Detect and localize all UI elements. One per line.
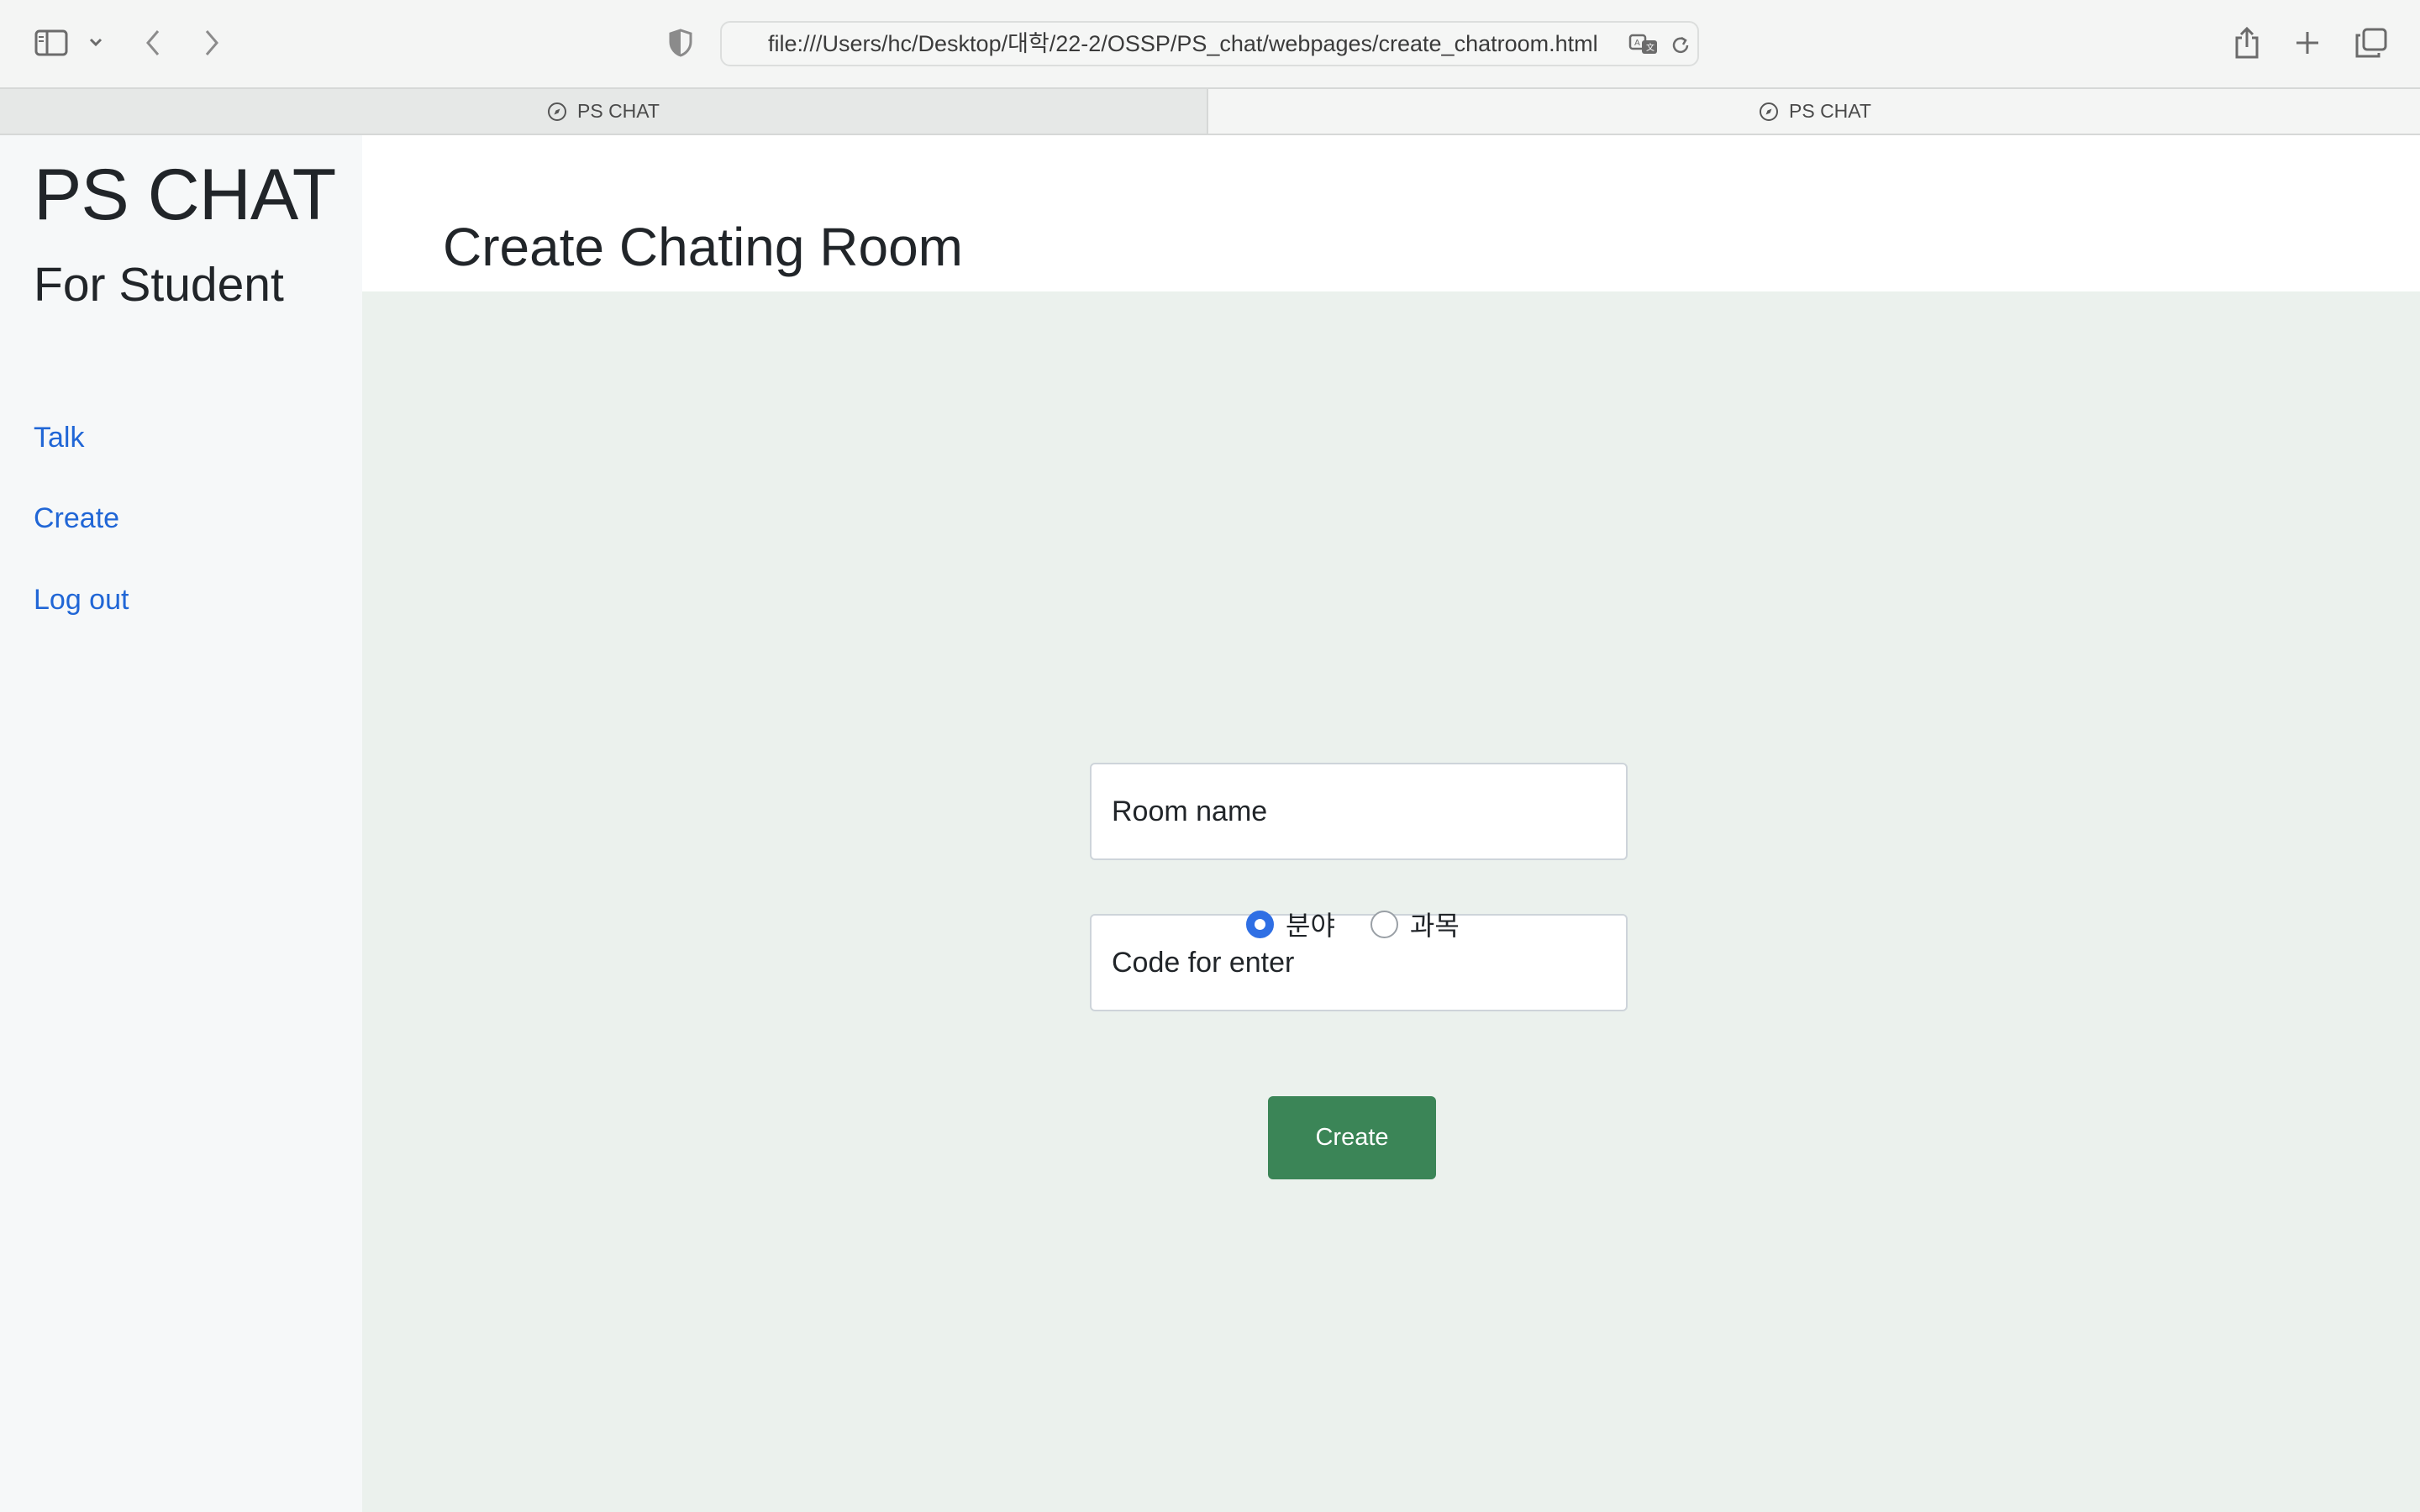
tab-label: PS CHAT	[1789, 100, 1871, 122]
svg-text:A: A	[1634, 39, 1640, 48]
share-icon[interactable]	[2232, 24, 2262, 61]
browser-toolbar: file:///Users/hc/Desktop/대학/22-2/OSSP/PS…	[0, 0, 2420, 87]
brand-title: PS CHAT	[34, 155, 336, 235]
nav-link-create[interactable]: Create	[34, 502, 119, 535]
address-text: file:///Users/hc/Desktop/대학/22-2/OSSP/PS…	[768, 31, 1598, 56]
page: PS CHAT For Student Talk Create Log out …	[0, 135, 2420, 1512]
privacy-shield-icon[interactable]	[666, 28, 696, 58]
compass-icon	[1760, 102, 1778, 121]
address-bar[interactable]: file:///Users/hc/Desktop/대학/22-2/OSSP/PS…	[720, 21, 1699, 66]
brand-subtitle: For Student	[34, 258, 284, 312]
reload-icon[interactable]	[1668, 33, 1693, 58]
radio-subject-label: 과목	[1409, 910, 1460, 942]
back-icon[interactable]	[141, 27, 165, 59]
translate-icon[interactable]: A文	[1628, 33, 1661, 56]
chevron-down-icon[interactable]	[87, 34, 104, 50]
compass-icon	[548, 102, 566, 121]
forward-icon[interactable]	[200, 27, 224, 59]
tab-strip: PS CHAT PS CHAT	[0, 87, 2420, 135]
main-header: Create Chating Room	[362, 135, 2420, 291]
sidebar: PS CHAT For Student Talk Create Log out	[0, 135, 362, 1512]
nav-link-logout[interactable]: Log out	[34, 584, 129, 617]
svg-text:文: 文	[1646, 42, 1655, 53]
radio-subject[interactable]	[1370, 910, 1398, 938]
room-name-input[interactable]	[1090, 763, 1628, 860]
tab-ps-chat-1[interactable]: PS CHAT	[0, 89, 1208, 134]
new-tab-icon[interactable]	[2292, 28, 2323, 58]
page-title: Create Chating Room	[443, 217, 963, 277]
tab-overview-icon[interactable]	[2354, 27, 2388, 59]
radio-field[interactable]	[1246, 910, 1274, 938]
tab-ps-chat-2[interactable]: PS CHAT	[1210, 89, 2420, 134]
create-room-form-area: 분야 과목 Create	[362, 291, 2420, 1512]
radio-field-label: 분야	[1286, 910, 1335, 942]
category-radio-group: 분야 과목	[1246, 907, 1460, 942]
sidebar-toggle-icon[interactable]	[34, 29, 69, 57]
create-button[interactable]: Create	[1268, 1096, 1436, 1179]
nav-link-talk[interactable]: Talk	[34, 422, 84, 454]
tab-label: PS CHAT	[577, 100, 660, 122]
